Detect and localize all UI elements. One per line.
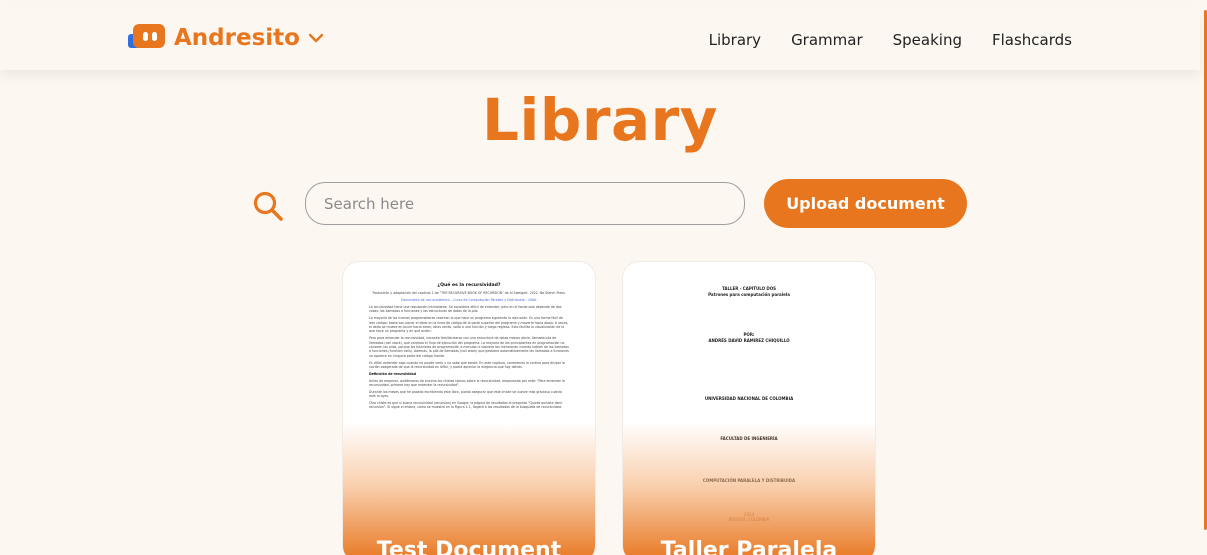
preview-section-heading: Definición de recursividad	[369, 371, 416, 376]
main-nav: Library Grammar Speaking Flashcards	[709, 31, 1072, 49]
preview-paragraph: Otro chiste es que si busca recursividad…	[369, 401, 563, 410]
preview-subtitle: Traducción y adaptación del capítulo 1 d…	[372, 291, 566, 296]
robot-logo-icon[interactable]	[128, 24, 168, 52]
preview-paragraph: Es difícil entender algo cuando no puede…	[369, 360, 565, 370]
card-gradient	[623, 422, 875, 555]
search-input[interactable]	[305, 182, 745, 225]
preview-line: UNIVERSIDAD NACIONAL DE COLOMBIA	[704, 396, 794, 401]
preview-line: POR:	[743, 332, 755, 337]
brand[interactable]: Andresito	[128, 24, 326, 52]
search-icon[interactable]	[252, 190, 284, 222]
preview-heading: ¿Qué es la recursividad?	[437, 283, 501, 288]
document-card[interactable]: ¿Qué es la recursividad? Traducción y ad…	[343, 262, 595, 555]
document-card[interactable]: TALLER - CAPITULO DOS Patrones para comp…	[623, 262, 875, 555]
nav-library[interactable]: Library	[709, 31, 761, 49]
upload-document-button[interactable]: Upload document	[764, 179, 967, 228]
preview-paragraph: Durante los meses que he pasado escribie…	[369, 389, 562, 399]
preview-paragraph: Pero para entender la recursividad, nece…	[369, 336, 569, 358]
document-title[interactable]: Taller Paralela	[623, 538, 875, 555]
preview-paragraph: La recursividad tiene una reputación int…	[369, 305, 562, 314]
nav-grammar[interactable]: Grammar	[791, 31, 863, 49]
document-preview: ¿Qué es la recursividad? Traducción y ad…	[369, 283, 569, 412]
scrollbar[interactable]	[1200, 0, 1207, 555]
card-gradient	[343, 422, 595, 555]
page-title: Library	[481, 86, 718, 154]
preview-line: Patrones para computación paralela	[708, 292, 790, 297]
brand-name[interactable]: Andresito	[174, 25, 300, 51]
document-title[interactable]: Test Document	[343, 538, 595, 555]
preview-note: Documento de uso académico – Curso de Co…	[401, 298, 537, 303]
preview-author: ANDRÉS DAVID RAMIREZ CHIQUILLO	[708, 338, 790, 343]
top-strip	[0, 0, 1207, 8]
preview-paragraph: Antes de empezar, quitémonos de encima l…	[369, 378, 565, 388]
preview-line: TALLER - CAPITULO DOS	[721, 286, 777, 291]
nav-flashcards[interactable]: Flashcards	[992, 31, 1072, 49]
chevron-down-icon[interactable]	[306, 28, 326, 48]
nav-speaking[interactable]: Speaking	[893, 31, 962, 49]
navbar: Andresito Library Grammar Speaking Flash…	[0, 8, 1200, 70]
preview-paragraph: La mayoría de los nuevos programadores r…	[369, 316, 569, 334]
